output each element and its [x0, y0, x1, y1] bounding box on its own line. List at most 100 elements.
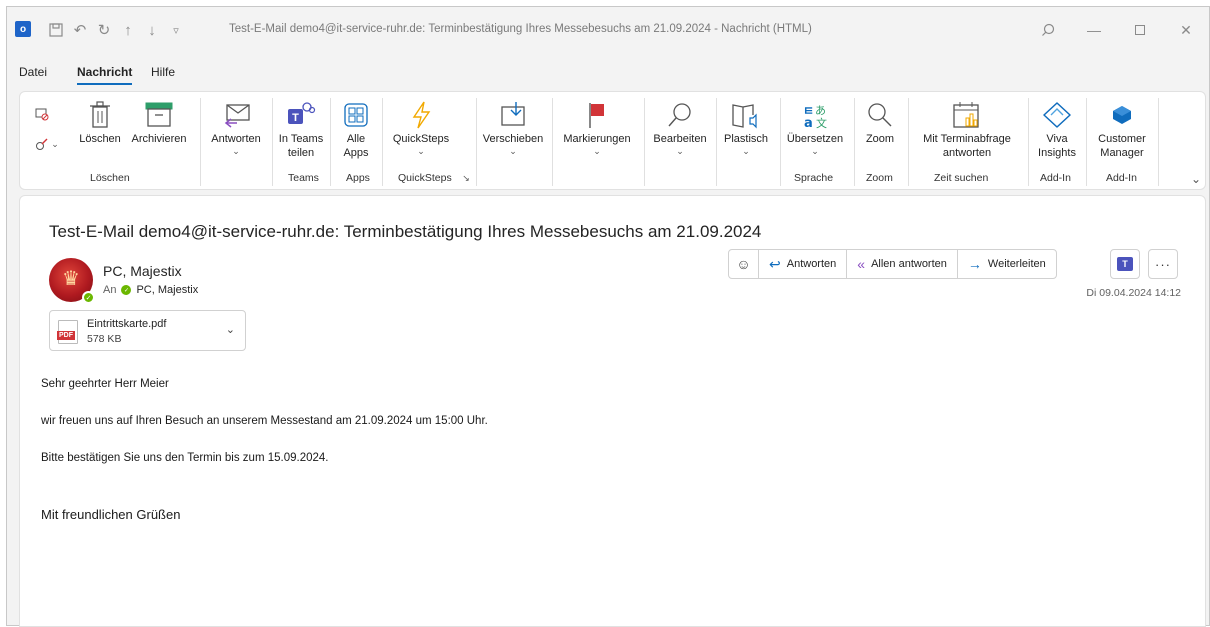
- reaction-button[interactable]: ☺: [729, 250, 759, 278]
- flag-icon: [586, 98, 608, 132]
- group-label-loeschen: Löschen: [90, 172, 130, 184]
- message-actions: ☺ ↩ Antworten « Allen antworten → Weiter…: [728, 249, 1057, 279]
- teams-icon: T: [1117, 257, 1133, 271]
- ribbon-separator: [272, 98, 273, 186]
- reply-all-button[interactable]: « Allen antworten: [847, 250, 958, 278]
- ribbon-separator: [908, 98, 909, 186]
- chevron-down-icon: ⌄: [417, 146, 425, 156]
- more-actions-button[interactable]: ···: [1148, 249, 1178, 279]
- reply-button[interactable]: ↩ Antworten: [759, 250, 848, 278]
- undo-icon[interactable]: ↶: [71, 21, 89, 39]
- move-folder-icon: [499, 98, 527, 132]
- previous-item-icon[interactable]: ↑: [119, 21, 137, 39]
- outlook-logo-icon: o: [15, 21, 31, 37]
- body-greeting: Sehr geehrter Herr Meier: [41, 378, 169, 390]
- pdf-file-icon: PDF: [57, 320, 78, 344]
- customer-manager-button[interactable]: Customer Manager: [1090, 98, 1154, 160]
- maximize-icon[interactable]: [1125, 19, 1155, 41]
- zoom-icon: [866, 98, 894, 132]
- translate-icon: ㅌあa文: [801, 98, 829, 132]
- bearbeiten-button[interactable]: Bearbeiten ⌄: [648, 98, 712, 156]
- in-teams-teilen-button[interactable]: T In Teams teilen: [276, 98, 326, 160]
- verschieben-button[interactable]: Verschieben ⌄: [480, 98, 546, 156]
- group-label-apps: Apps: [346, 172, 370, 184]
- body-line-1: wir freuen uns auf Ihren Besuch an unser…: [41, 415, 488, 427]
- search-magnifier-icon: [667, 98, 693, 132]
- chevron-down-icon: ⌄: [676, 146, 684, 156]
- customer-manager-icon: [1110, 98, 1134, 132]
- ribbon-separator: [716, 98, 717, 186]
- redo-icon[interactable]: ↻: [95, 21, 113, 39]
- tab-datei[interactable]: Datei: [19, 61, 47, 83]
- zoom-button[interactable]: Zoom: [858, 98, 902, 146]
- recipient-name[interactable]: PC, Majestix: [136, 284, 198, 296]
- ribbon-separator: [330, 98, 331, 186]
- sender-name[interactable]: PC, Majestix: [103, 263, 182, 279]
- tab-hilfe[interactable]: Hilfe: [151, 61, 175, 83]
- crown-icon: ♛: [62, 268, 80, 290]
- loeschen-button[interactable]: Löschen: [74, 98, 126, 146]
- minimize-icon[interactable]: —: [1079, 19, 1109, 41]
- body-closing: Mit freundlichen Grüßen: [41, 507, 181, 522]
- markierungen-button[interactable]: Markierungen ⌄: [556, 98, 638, 156]
- group-label-zeit-suchen: Zeit suchen: [934, 172, 989, 184]
- viva-insights-button[interactable]: Viva Insights: [1032, 98, 1082, 160]
- presence-available-icon: ✓: [121, 285, 132, 295]
- alle-apps-button[interactable]: Alle Apps: [334, 98, 378, 160]
- chevron-down-icon: ⌄: [742, 146, 750, 156]
- svg-text:あ: あ: [815, 104, 826, 117]
- ribbon-separator: [1028, 98, 1029, 186]
- svg-text:文: 文: [816, 116, 827, 129]
- save-icon[interactable]: [47, 21, 65, 39]
- immersive-reader-icon: [731, 98, 761, 132]
- window-title: Test-E-Mail demo4@it-service-ruhr.de: Te…: [229, 23, 812, 35]
- search-icon[interactable]: [1033, 19, 1063, 41]
- ribbon-separator: [552, 98, 553, 186]
- antworten-button[interactable]: Antworten ⌄: [204, 98, 268, 156]
- ribbon-separator: [854, 98, 855, 186]
- ribbon: ⌄ Löschen Archivieren Löschen Antworten …: [19, 91, 1206, 190]
- ribbon-separator: [644, 98, 645, 186]
- reply-arrow-icon: ↩: [769, 255, 781, 272]
- group-label-teams: Teams: [288, 172, 319, 184]
- chevron-down-icon[interactable]: ⌄: [226, 323, 235, 336]
- group-label-add-in: Add-In: [1106, 172, 1137, 184]
- recipient-line: An ✓ PC, Majestix: [103, 284, 198, 296]
- reply-all-arrow-icon: «: [857, 256, 866, 272]
- tab-nachricht[interactable]: Nachricht: [77, 61, 133, 85]
- group-label-add-in: Add-In: [1040, 172, 1071, 184]
- ribbon-options-chevron-icon[interactable]: ⌄: [1191, 172, 1201, 186]
- ribbon-separator: [1158, 98, 1159, 186]
- uebersetzen-button[interactable]: ㅌあa文 Übersetzen ⌄: [782, 98, 848, 156]
- presence-available-icon: ✓: [82, 291, 95, 304]
- archivieren-button[interactable]: Archivieren: [126, 98, 192, 146]
- svg-text:a: a: [804, 116, 813, 129]
- forward-button[interactable]: → Weiterleiten: [958, 250, 1056, 278]
- plastisch-button[interactable]: Plastisch ⌄: [718, 98, 774, 156]
- pdf-badge: PDF: [57, 331, 75, 340]
- apps-grid-icon: [343, 98, 369, 132]
- ignore-icon[interactable]: [34, 106, 50, 122]
- chevron-down-icon: ⌄: [811, 146, 819, 156]
- group-label-quicksteps: QuickSteps: [398, 172, 452, 184]
- message-subject: Test-E-Mail demo4@it-service-ruhr.de: Te…: [49, 222, 762, 241]
- mit-terminabfrage-antworten-button[interactable]: Mit Terminabfrage antworten: [912, 98, 1022, 160]
- title-bar: o ↶ ↻ ↑ ↓ ▿ Test-E-Mail demo4@it-service…: [7, 7, 1209, 53]
- attachment-name: Eintrittskarte.pdf: [87, 318, 167, 330]
- quicksteps-button[interactable]: QuickSteps ⌄: [388, 98, 454, 156]
- group-label-sprache: Sprache: [794, 172, 834, 184]
- ellipsis-icon: ···: [1155, 256, 1171, 272]
- reading-pane: Test-E-Mail demo4@it-service-ruhr.de: Te…: [19, 195, 1206, 627]
- group-label-zoom: Zoom: [866, 172, 893, 184]
- clean-up-icon[interactable]: ⌄: [34, 136, 60, 152]
- next-item-icon[interactable]: ↓: [143, 21, 161, 39]
- chevron-down-icon: ⌄: [593, 146, 601, 156]
- close-icon[interactable]: ✕: [1171, 19, 1201, 41]
- share-to-teams-button[interactable]: T: [1110, 249, 1140, 279]
- teams-icon: T: [286, 98, 316, 132]
- lightning-icon: [410, 98, 432, 132]
- dialog-launcher-icon[interactable]: ↘: [460, 172, 472, 184]
- attachment-card[interactable]: PDF Eintrittskarte.pdf 578 KB ⌄: [49, 310, 246, 351]
- customize-toolbar-icon[interactable]: ▿: [167, 21, 185, 39]
- scheduling-poll-icon: [952, 98, 982, 132]
